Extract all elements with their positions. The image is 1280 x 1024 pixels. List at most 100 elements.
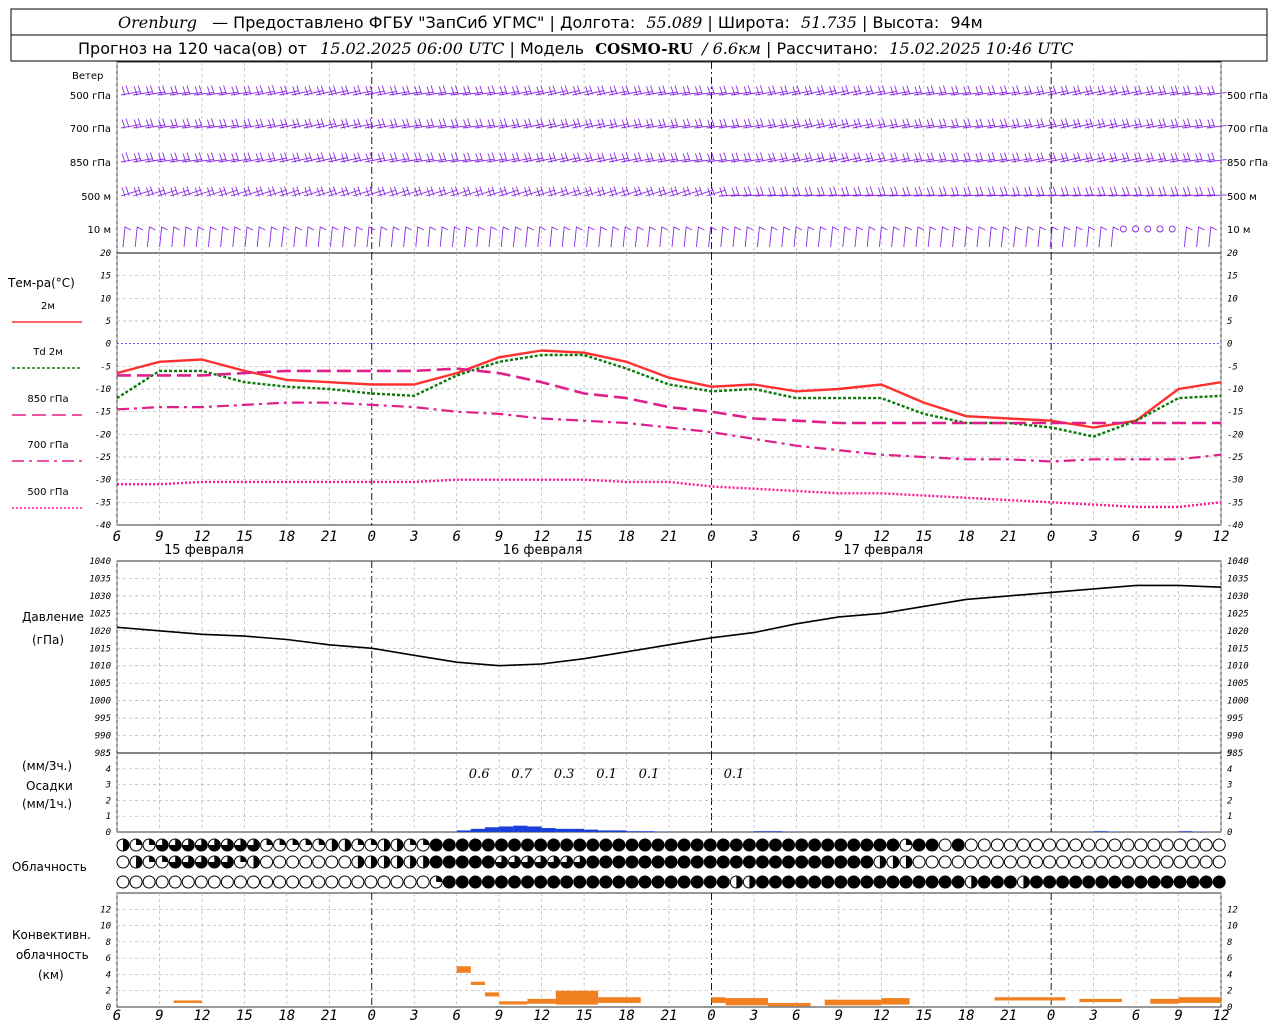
cloud-cover-circle [899, 875, 913, 889]
cloud-cover-symbol [925, 875, 939, 889]
time-tick-bottom: 9 [835, 1008, 843, 1024]
cloud-cover-fill [906, 856, 912, 868]
cloud-cover-circle [260, 875, 274, 889]
cloud-cover-circle [1043, 855, 1057, 869]
time-tick: 9 [835, 529, 843, 545]
wind-barb [354, 226, 364, 248]
precip-bar [541, 828, 556, 832]
cloud-cover-circle [1186, 875, 1200, 889]
temp-y-tick: 15 [100, 272, 111, 282]
cloud-cover-symbol [194, 875, 208, 889]
cloud-cover-circle [964, 838, 978, 852]
cloud-cover-circle [573, 838, 587, 852]
cloud-cover-circle [286, 855, 300, 869]
cloud-cover-circle [795, 855, 809, 869]
cloud-cover-circle [1147, 875, 1161, 889]
cloud-cover-symbol [390, 855, 404, 869]
wind-barb [207, 226, 217, 248]
pressure-y-tick-right: 1010 [1227, 662, 1249, 672]
cloud-cover-circle [664, 838, 678, 852]
cloud-cover-symbol [808, 838, 822, 852]
cloud-cover-fill [384, 856, 390, 868]
cloud-cover-circle [703, 855, 717, 869]
cloud-cover-circle [494, 838, 508, 852]
conv-cloud-bar [881, 998, 910, 1005]
wind-barb [1074, 226, 1083, 248]
cloud-cover-symbol [1134, 855, 1148, 869]
cloud-cover-circle [625, 855, 639, 869]
cloud-cover-symbol [142, 855, 156, 869]
cloud-cover-circle [1199, 875, 1213, 889]
cloud-cover-symbol [769, 838, 782, 852]
cloud-cover-fill [357, 856, 364, 868]
cloud-cover-circle [782, 875, 796, 889]
precip-bar [1178, 831, 1193, 832]
cloud-cover-circle [977, 875, 991, 889]
cloud-cover-symbol [312, 875, 326, 889]
cloud-cover-symbol [364, 838, 378, 852]
wind-barb [976, 226, 986, 248]
cloud-cover-symbol [1003, 875, 1017, 889]
conv-y-tick-right: 12 [1227, 905, 1238, 915]
meteogram: Orenburg — Предоставлено ФГБУ "ЗапСиб УГ… [7, 8, 1268, 1024]
cloud-cover-circle [834, 838, 848, 852]
cloud-cover-circle [951, 875, 965, 889]
cloud-cover-symbol [951, 838, 965, 852]
header-line-1: Orenburg — Предоставлено ФГБУ "ЗапСиб УГ… [118, 13, 983, 32]
cloud-cover-symbol [534, 875, 548, 889]
cloud-cover-circle [769, 838, 782, 852]
wind-barb [512, 226, 522, 248]
cloud-cover-circle [782, 855, 796, 869]
cloud-cover-circle [612, 838, 626, 852]
cloud-cover-circle [429, 855, 443, 869]
cloud-cover-circle [481, 838, 495, 852]
precip-y-tick: 5 [106, 749, 111, 759]
wind-barb [781, 226, 791, 248]
wind-level-label-right: 500 м [1227, 192, 1257, 203]
precip-amount-label: 0.1 [596, 767, 617, 782]
cloud-cover-fill [162, 856, 169, 862]
precip-title: Осадки [26, 779, 73, 793]
wind-barb [159, 226, 168, 248]
wind-barb [634, 226, 644, 248]
wind-barb [1037, 226, 1047, 248]
wind-barb [659, 226, 669, 248]
cloud-cover-symbol [155, 838, 169, 852]
cloud-cover-circle [808, 875, 822, 889]
wind-barb [1208, 226, 1218, 248]
cloud-cover-circle [455, 838, 469, 852]
cloud-cover-symbol [547, 855, 561, 869]
cloud-cover-symbol [782, 838, 796, 852]
cloud-cover-fill [305, 839, 312, 845]
cloud-cover-circle [194, 875, 208, 889]
wind-barb [1206, 118, 1227, 129]
cloud-cover-symbol [1121, 855, 1135, 869]
cloud-cover-circle [260, 855, 274, 869]
pressure-y-tick: 995 [95, 714, 111, 724]
cloud-cover-symbol [860, 838, 874, 852]
pressure-title: Давление [22, 610, 84, 624]
conv-cloud-bar [499, 1001, 528, 1005]
time-tick: 18 [278, 529, 295, 545]
conv-cloud-bar [994, 997, 1066, 1001]
cloud-cover-symbol [247, 855, 260, 869]
cloud-cover-symbol [873, 875, 887, 889]
cloud-cover-symbol [429, 875, 443, 889]
conv-y-tick: 8 [106, 938, 111, 948]
cloud-cover-symbol [494, 875, 508, 889]
cloud-cover-circle [1016, 838, 1030, 852]
cloud-cover-symbol [703, 838, 717, 852]
time-tick: 12 [1213, 529, 1230, 545]
cloud-cover-circle [873, 838, 887, 852]
cloud-cover-symbol [651, 855, 665, 869]
cloud-cover-symbol [403, 855, 417, 869]
wind-barb [305, 226, 315, 248]
conv-cloud-bar [768, 1002, 811, 1007]
cloud-cover-circle [1030, 875, 1043, 889]
cloud-cover-circle [1095, 855, 1109, 869]
precip-bar [456, 830, 471, 832]
cloud-cover-symbol [403, 875, 417, 889]
cloud-cover-symbol [534, 855, 548, 869]
cloud-cover-symbol [233, 855, 247, 869]
wind-barb [1098, 226, 1108, 248]
